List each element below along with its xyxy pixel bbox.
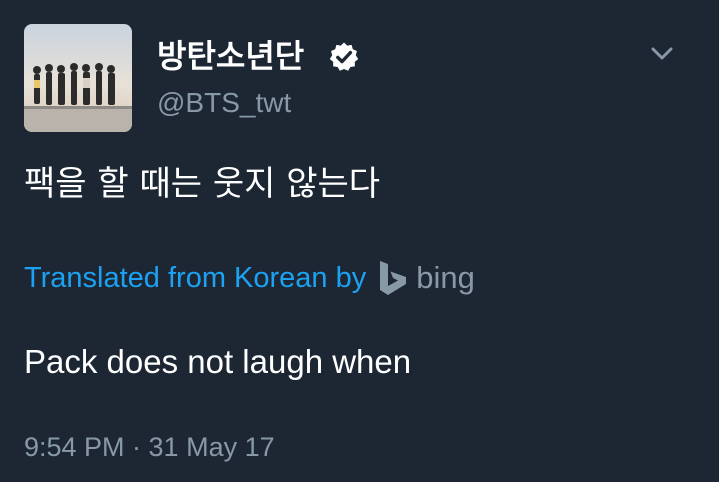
display-name[interactable]: 방탄소년단 xyxy=(157,36,304,76)
avatar[interactable] xyxy=(24,24,132,132)
tweet-text: 팩을 할 때는 웃지 않는다 xyxy=(24,164,381,204)
translation-attribution: Translated from Korean by bing xyxy=(24,258,475,298)
bing-logo: bing xyxy=(378,260,475,296)
chevron-down-icon[interactable] xyxy=(648,40,676,68)
translated-text: Pack does not laugh when xyxy=(24,343,412,380)
avatar-photo xyxy=(24,24,132,132)
tweet: 방탄소년단 @BTS_twt 팩을 할 때는 웃지 않는다 Translated… xyxy=(0,0,719,482)
bing-logo-icon xyxy=(380,261,407,295)
verified-icon xyxy=(329,42,359,71)
bing-wordmark: bing xyxy=(416,260,475,295)
timestamp[interactable]: 9:54 PM · 31 May 17 xyxy=(24,430,275,464)
translated-from-label[interactable]: Translated from Korean by xyxy=(24,262,366,295)
handle[interactable]: @BTS_twt xyxy=(157,86,291,120)
